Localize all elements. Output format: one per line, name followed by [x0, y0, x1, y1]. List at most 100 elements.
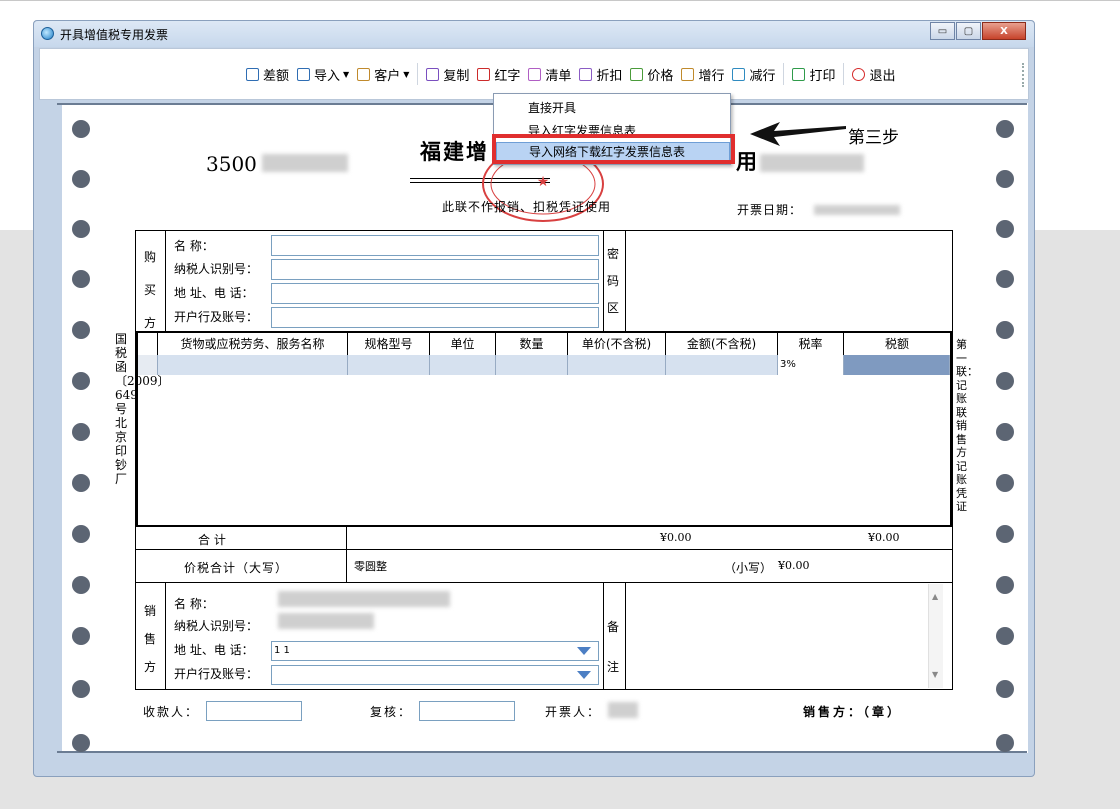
toolbar-remove-row-button[interactable]: 减行: [728, 63, 779, 85]
toolbar-print-button[interactable]: 打印: [788, 63, 839, 85]
row-selector[interactable]: [138, 355, 158, 375]
buyer-bank-input[interactable]: [271, 307, 599, 328]
seller-seal-label: 销售方：（章）: [803, 705, 903, 719]
toolbar-list-button[interactable]: 清单: [524, 63, 575, 85]
tractor-hole: [72, 680, 90, 698]
tractor-hole: [996, 525, 1014, 543]
add-row-icon: [681, 67, 695, 81]
tractor-hole: [72, 220, 90, 238]
tractor-hole: [72, 576, 90, 594]
total-amount: ¥0.00: [660, 531, 692, 544]
redacted-date: [814, 205, 900, 215]
top-border: [0, 0, 1120, 1]
cell-tax-rate[interactable]: 3%: [778, 355, 844, 375]
invoice-title-tail: 用: [736, 149, 757, 174]
tractor-hole: [996, 170, 1014, 188]
toolbar-customer-button[interactable]: 客户 ▼: [353, 63, 413, 85]
seller-address-input[interactable]: 1 1: [271, 641, 599, 661]
small-label: （小写）: [724, 561, 773, 575]
tractor-hole: [72, 423, 90, 441]
app-icon: [41, 27, 54, 40]
maximize-button[interactable]: ▢: [956, 22, 981, 40]
password-right-line: [625, 231, 626, 331]
seller-bank-input[interactable]: [271, 665, 599, 685]
tractor-hole: [72, 372, 90, 390]
cell-quantity[interactable]: [496, 355, 568, 375]
redacted-number: [760, 154, 864, 172]
buyer-name-label: 名 称：: [174, 239, 214, 253]
toolbar-button-label: 退出: [869, 68, 896, 84]
scroll-down-icon[interactable]: ▼: [932, 670, 938, 679]
goods-header-cell: 单价(不含税): [568, 333, 666, 355]
toolbar-copy-button[interactable]: 复制: [422, 63, 473, 85]
cell-goods-name[interactable]: [158, 355, 348, 375]
buyer-tax-id-input[interactable]: [271, 259, 599, 280]
seller-address-dropdown-icon[interactable]: [577, 647, 591, 655]
buyer-divider: [165, 231, 166, 331]
remark-scrollbar[interactable]: ▲ ▼: [928, 584, 943, 688]
scroll-up-icon[interactable]: ▲: [932, 592, 938, 601]
minimize-button[interactable]: ▭: [930, 22, 955, 40]
goods-header-cell: 数量: [496, 333, 568, 355]
paper-bottom-bar: [57, 751, 1027, 753]
cell-spec[interactable]: [348, 355, 430, 375]
svg-text:★: ★: [537, 174, 550, 190]
toolbar-button-label: 客户: [374, 68, 401, 84]
cell-amount[interactable]: [666, 355, 778, 375]
invoice-code: 3500: [206, 152, 257, 176]
reviewer-input[interactable]: [419, 701, 515, 721]
tractor-hole: [72, 120, 90, 138]
highlight-box: [492, 134, 735, 164]
total-tax: ¥0.00: [868, 531, 900, 544]
tractor-hole: [72, 321, 90, 339]
toolbar-table-button[interactable]: 差额: [242, 63, 293, 85]
payee-input[interactable]: [206, 701, 302, 721]
tractor-hole: [72, 170, 90, 188]
invoice-form: 购买方 名 称： 纳税人识别号： 地 址、电 话： 开户行及账号： 密码区 货物…: [135, 230, 953, 690]
seller-address-label: 地 址、电 话：: [174, 643, 254, 657]
tractor-hole: [996, 270, 1014, 288]
goods-header-cell: 税额: [884, 337, 909, 351]
remark-textarea[interactable]: ▲ ▼: [626, 584, 944, 688]
toolbar-exit-button[interactable]: 退出: [848, 63, 899, 85]
buyer-address-input[interactable]: [271, 283, 599, 304]
seller-bank-label: 开户行及账号：: [174, 667, 259, 681]
seller-bank-dropdown-icon[interactable]: [577, 671, 591, 679]
invoice-title: 福建增: [420, 139, 489, 164]
toolbar-red-invoice-button[interactable]: 红字: [473, 63, 524, 85]
toolbar-separator: [843, 63, 845, 85]
toolbar-button-label: 折扣: [596, 68, 623, 84]
toolbar-button-label: 红字: [494, 68, 521, 84]
cell-tax[interactable]: [844, 355, 950, 375]
tractor-hole: [996, 680, 1014, 698]
redacted-code: [262, 154, 348, 172]
remove-row-icon: [732, 67, 746, 81]
toolbar-import-button[interactable]: 导入 ▼: [293, 63, 353, 85]
goods-row-handle: [138, 333, 158, 355]
tractor-hole: [72, 627, 90, 645]
step-annotation: 第三步: [848, 128, 899, 148]
title-bar[interactable]: 开具增值税专用发票 ▭ ▢ X: [34, 21, 1034, 47]
toolbar-price-button[interactable]: 价格: [626, 63, 677, 85]
menu-direct-issue[interactable]: 直接开具: [528, 99, 576, 116]
print-icon: [792, 67, 806, 81]
cell-unit[interactable]: [430, 355, 496, 375]
remark-left-line: [603, 583, 604, 689]
buyer-name-input[interactable]: [271, 235, 599, 256]
tractor-hole: [996, 627, 1014, 645]
toolbar-button-label: 增行: [698, 68, 725, 84]
tractor-hole: [72, 734, 90, 752]
buyer-address-label: 地 址、电 话：: [174, 286, 254, 300]
redacted-drawer: [608, 702, 638, 718]
cell-unit-price[interactable]: [568, 355, 666, 375]
toolbar-grip[interactable]: [1022, 63, 1026, 87]
price-tax-upper: 零圆整: [354, 560, 387, 573]
price-tax-divider: [346, 550, 347, 582]
close-button[interactable]: X: [982, 22, 1026, 40]
seller-tax-label: 纳税人识别号：: [174, 619, 259, 633]
toolbar-discount-button[interactable]: 折扣: [575, 63, 626, 85]
buyer-bank-label: 开户行及账号：: [174, 310, 259, 324]
left-vertical-text: 国税函〔2009〕649号北京印钞厂: [115, 332, 170, 486]
toolbar-add-row-button[interactable]: 增行: [677, 63, 728, 85]
goods-header-cell: 金额(不含税): [666, 333, 778, 355]
